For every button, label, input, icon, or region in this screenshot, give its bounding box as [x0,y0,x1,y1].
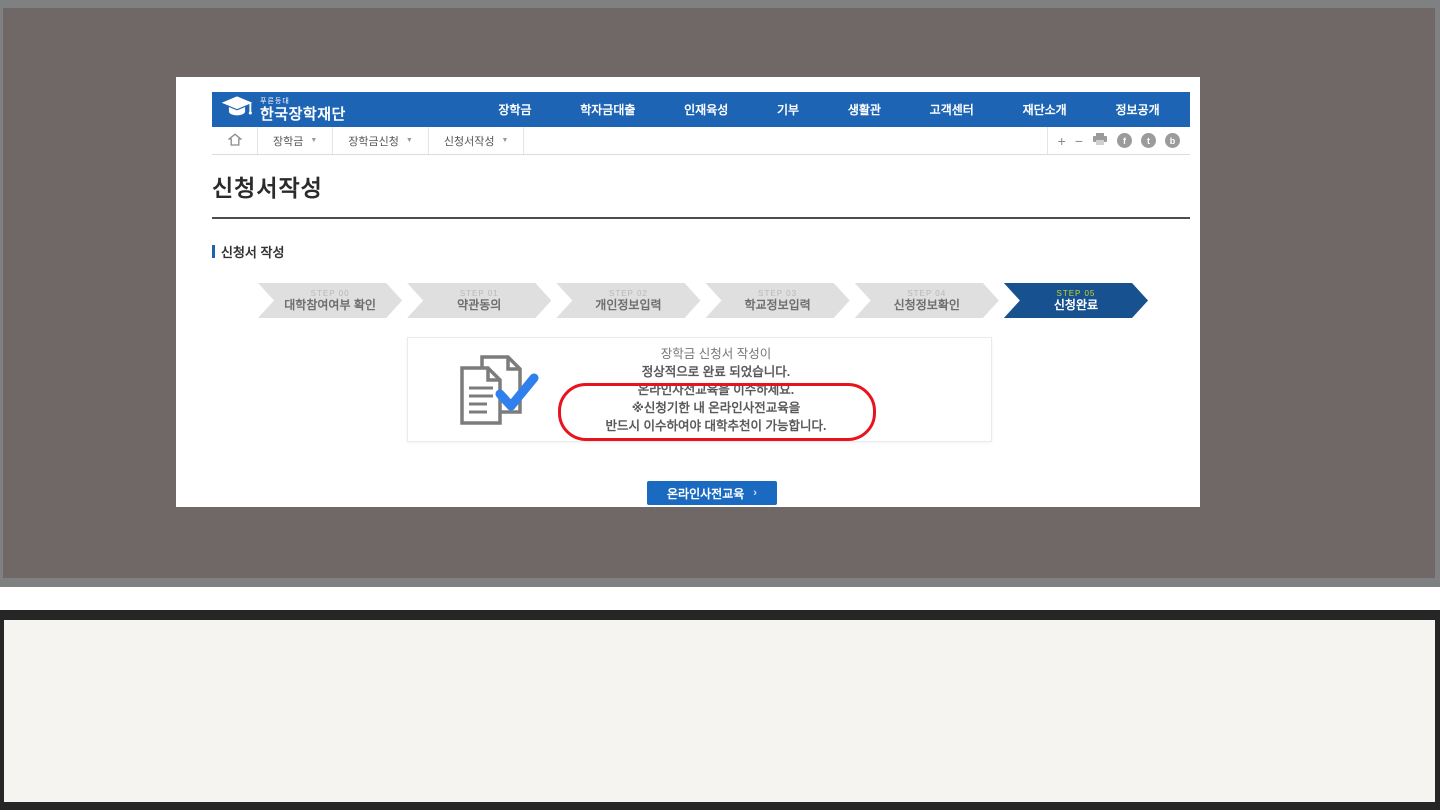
chevron-down-icon: ▼ [406,137,413,144]
step-number: STEP 04 [907,289,946,299]
message-line: 정상적으로 완료 되었습니다. [441,363,991,381]
logo-name: 한국장학재단 [260,107,346,122]
slide-background: 푸른등대 한국장학재단 장학금 학자금대출 인재육성 기부 생활관 고객센터 재단소개 정보공… [3,8,1435,578]
step-대학참여여부 확인: STEP 00대학참여여부 확인 [258,283,402,318]
step-학교정보입력: STEP 03학교정보입력 [706,283,850,318]
step-신청완료: STEP 05신청완료 [1004,283,1148,318]
chevron-down-icon: ▼ [501,137,508,144]
font-reduce-button[interactable]: − [1075,134,1083,148]
message-line: ※신청기한 내 온라인사전교육을 [441,399,991,417]
step-label: 약관동의 [457,298,501,312]
step-label: 신청정보확인 [894,298,960,312]
breadcrumb-item[interactable]: 신청서작성 ▼ [429,127,525,154]
logo-tagline: 푸른등대 [260,98,346,105]
step-label: 학교정보입력 [744,298,810,312]
breadcrumb-item[interactable]: 장학금 ▼ [258,127,333,154]
nav-item-정보공개[interactable]: 정보공개 [1115,101,1159,118]
breadcrumb-label: 장학금 [273,133,303,149]
home-button[interactable] [212,127,258,154]
step-신청정보확인: STEP 04신청정보확인 [855,283,999,318]
chevron-down-icon: ▼ [310,137,317,144]
step-number: STEP 00 [311,289,350,299]
message-line: 반드시 이수하여야 대학추천이 가능합니다. [441,417,991,435]
chevron-right-icon: › [753,487,757,499]
step-number: STEP 03 [758,289,797,299]
facebook-icon[interactable]: f [1117,133,1132,148]
site-header: 푸른등대 한국장학재단 장학금 학자금대출 인재육성 기부 생활관 고객센터 재단소개 정보공… [212,92,1190,127]
nav-item-재단소개[interactable]: 재단소개 [1023,101,1067,118]
step-label: 개인정보입력 [595,298,661,312]
title-divider [212,217,1190,219]
blog-icon[interactable]: b [1165,133,1180,148]
step-label: 대학참여여부 확인 [284,298,376,312]
step-number: STEP 05 [1057,289,1096,299]
nav-item-기부[interactable]: 기부 [777,101,799,118]
nav-item-장학금[interactable]: 장학금 [498,101,531,118]
printer-icon[interactable] [1092,132,1108,149]
completion-message-text: 장학금 신청서 작성이정상적으로 완료 되었습니다.온라인사전교육을 이수하세요… [441,345,991,435]
message-line: 장학금 신청서 작성이 [441,345,991,363]
breadcrumb-item[interactable]: 장학금신청 ▼ [333,127,429,154]
message-line: 온라인사전교육을 이수하세요. [441,381,991,399]
font-enlarge-button[interactable]: + [1058,134,1066,148]
step-약관동의: STEP 01약관동의 [407,283,551,318]
button-label: 온라인사전교육 [667,485,744,502]
bottom-frame-box [0,610,1440,810]
nav-item-학자금대출[interactable]: 학자금대출 [580,101,635,118]
website-screenshot: 푸른등대 한국장학재단 장학금 학자금대출 인재육성 기부 생활관 고객센터 재단소개 정보공… [176,77,1200,507]
section-heading: 신청서 작성 [212,242,284,261]
page-title: 신청서작성 [212,169,323,203]
main-nav: 장학금 학자금대출 인재육성 기부 생활관 고객센터 재단소개 정보공개 [474,92,1184,127]
breadcrumb-label: 신청서작성 [444,133,495,149]
section-title: 신청서 작성 [221,242,284,261]
breadcrumb-spacer [524,127,1046,154]
white-strip [0,587,1440,610]
graduation-cap-icon [220,95,254,124]
nav-item-생활관[interactable]: 생활관 [848,101,881,118]
nav-item-인재육성[interactable]: 인재육성 [684,101,728,118]
step-label: 신청완료 [1054,298,1098,312]
step-progress: STEP 00대학참여여부 확인STEP 01약관동의STEP 02개인정보입력… [258,283,1148,318]
step-개인정보입력: STEP 02개인정보입력 [556,283,700,318]
nav-item-고객센터[interactable]: 고객센터 [930,101,974,118]
section-accent-bar [212,245,215,258]
breadcrumb: 장학금 ▼ 장학금신청 ▼ 신청서작성 ▼ + − f t b [212,127,1190,155]
home-icon [228,133,242,149]
step-number: STEP 02 [609,289,648,299]
bottom-empty-panel [4,620,1435,802]
step-number: STEP 01 [460,289,499,299]
site-logo[interactable]: 푸른등대 한국장학재단 [220,92,346,127]
online-pre-education-button[interactable]: 온라인사전교육 › [647,481,777,505]
completion-message-box: 장학금 신청서 작성이정상적으로 완료 되었습니다.온라인사전교육을 이수하세요… [407,337,992,442]
breadcrumb-label: 장학금신청 [348,133,399,149]
twitter-icon[interactable]: t [1141,133,1156,148]
page-tools: + − f t b [1047,127,1190,154]
